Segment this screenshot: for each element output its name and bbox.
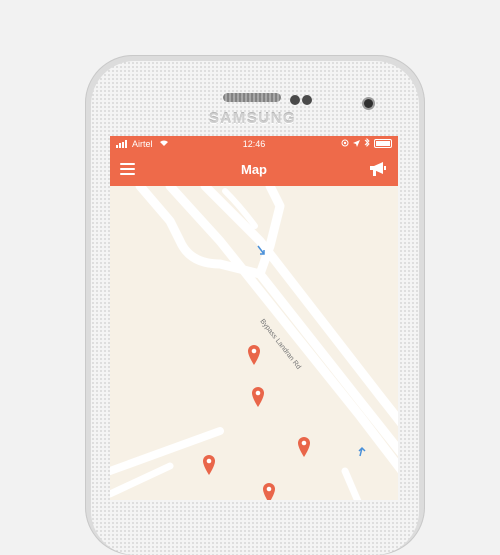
- phone-screen: Airtel 12:46 Map Bypass Landran Rd: [110, 136, 398, 500]
- map-roads: [110, 186, 398, 500]
- page-title: Map: [241, 162, 267, 177]
- map-pin[interactable]: [262, 482, 276, 500]
- battery-icon: [374, 139, 392, 148]
- app-bar: Map: [110, 152, 398, 186]
- navigation-arrow-icon: [353, 139, 360, 149]
- proximity-sensor: [290, 95, 300, 105]
- location-icon: [341, 139, 349, 149]
- brand-logo: SAMSUNG: [208, 110, 297, 127]
- map-pin[interactable]: [247, 344, 261, 366]
- map-pin[interactable]: [202, 454, 216, 476]
- status-bar: Airtel 12:46: [110, 136, 398, 152]
- map-pin[interactable]: [297, 436, 311, 458]
- megaphone-icon[interactable]: [368, 159, 388, 179]
- status-icons: [341, 137, 392, 149]
- light-sensor: [302, 95, 312, 105]
- bluetooth-icon: [364, 137, 370, 149]
- front-camera: [364, 99, 373, 108]
- earpiece-speaker: [223, 93, 281, 102]
- map-view[interactable]: Bypass Landran Rd: [110, 186, 398, 500]
- map-pin[interactable]: [251, 386, 265, 408]
